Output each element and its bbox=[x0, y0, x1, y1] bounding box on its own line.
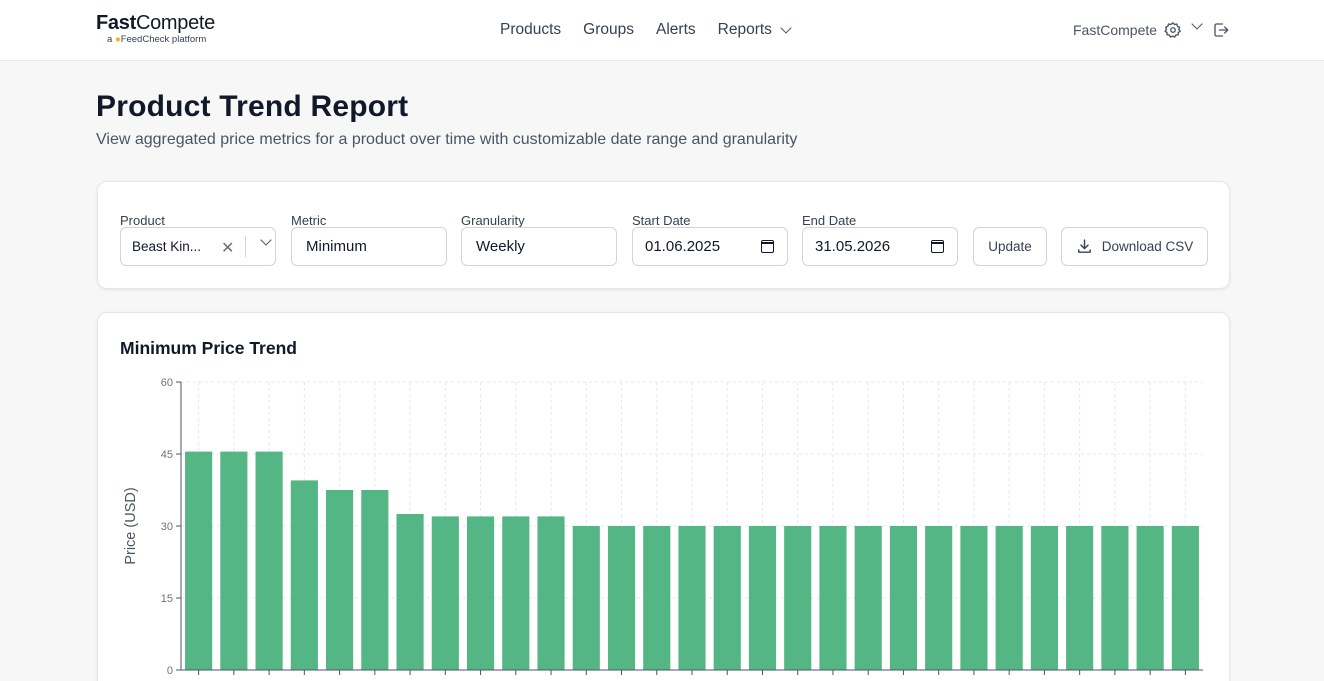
update-button-label: Update bbox=[988, 239, 1032, 254]
product-value: Beast Kin... bbox=[132, 239, 202, 254]
chart-bar bbox=[678, 526, 706, 670]
chart-bar bbox=[960, 526, 988, 670]
chart-bar bbox=[396, 514, 424, 670]
update-button[interactable]: Update bbox=[973, 227, 1047, 266]
chart-bar bbox=[643, 526, 671, 670]
metric-value: Minimum bbox=[306, 238, 367, 255]
page-title: Product Trend Report bbox=[96, 90, 409, 123]
granularity-value: Weekly bbox=[476, 238, 525, 255]
metric-select[interactable]: Minimum bbox=[291, 227, 447, 266]
gear-icon[interactable] bbox=[1164, 21, 1182, 39]
granularity-select[interactable]: Weekly bbox=[461, 227, 617, 266]
product-label: Product bbox=[120, 213, 165, 228]
chart-card: Minimum Price Trend 0 15 30 45 60 Price (USD) bbox=[97, 312, 1230, 681]
nav-groups[interactable]: Groups bbox=[583, 21, 634, 39]
chart-bar bbox=[502, 516, 530, 670]
chart-bar bbox=[466, 516, 495, 670]
main-nav: Products Groups Alerts Reports bbox=[500, 21, 792, 39]
price-bar-chart: 0 15 30 45 60 Price (USD) bbox=[123, 377, 1203, 677]
chart-bar bbox=[1136, 526, 1164, 670]
brand-tagline: a ●FeedCheck platform bbox=[107, 34, 207, 45]
product-select[interactable]: Beast Kin... ✕ bbox=[120, 227, 276, 266]
download-icon bbox=[1077, 239, 1091, 253]
chart-bar bbox=[1066, 526, 1094, 670]
y-axis-label: Price (USD) bbox=[123, 487, 139, 564]
start-date-input[interactable]: 01.06.2025 bbox=[632, 227, 788, 266]
chart-bar bbox=[784, 526, 812, 670]
top-navbar: FastCompete a ●FeedCheck platform Produc… bbox=[0, 0, 1324, 61]
chart-bar bbox=[326, 490, 354, 670]
granularity-label: Granularity bbox=[461, 213, 525, 228]
metric-label: Metric bbox=[291, 213, 327, 228]
start-date-value: 01.06.2025 bbox=[645, 238, 721, 255]
page-subtitle: View aggregated price metrics for a prod… bbox=[96, 131, 798, 148]
start-date-label: Start Date bbox=[632, 213, 691, 228]
chart-bar bbox=[220, 451, 248, 670]
calendar-icon[interactable] bbox=[931, 240, 944, 253]
chart-bar bbox=[1101, 526, 1129, 670]
chart-bar bbox=[290, 480, 318, 670]
chart-bar bbox=[748, 526, 777, 670]
chart-bar bbox=[185, 451, 213, 670]
y-tick-label: 60 bbox=[161, 377, 173, 389]
chart-bar bbox=[713, 526, 741, 670]
brand-name: FastCompete bbox=[96, 12, 215, 34]
y-tick-label: 15 bbox=[161, 593, 173, 605]
calendar-icon[interactable] bbox=[761, 240, 774, 253]
y-tick-label: 0 bbox=[167, 665, 173, 677]
brand-logo[interactable]: FastCompete a ●FeedCheck platform bbox=[96, 12, 215, 45]
download-csv-label: Download CSV bbox=[1101, 239, 1194, 254]
chart-bar bbox=[572, 526, 600, 670]
chart-bar bbox=[995, 526, 1023, 670]
end-date-value: 31.05.2026 bbox=[815, 238, 891, 255]
select-divider bbox=[245, 236, 246, 257]
download-csv-button[interactable]: Download CSV bbox=[1061, 227, 1208, 266]
chart-bar bbox=[889, 526, 918, 670]
chart-bar bbox=[431, 516, 459, 670]
nav-reports[interactable]: Reports bbox=[718, 21, 792, 39]
chart-bar bbox=[255, 451, 283, 670]
y-tick-label: 30 bbox=[161, 521, 173, 533]
chart-bar bbox=[361, 490, 389, 670]
user-name[interactable]: FastCompete bbox=[1073, 22, 1157, 38]
filters-card: Product Beast Kin... ✕ Metric Minimum Gr… bbox=[97, 181, 1230, 289]
chart-bar bbox=[1030, 526, 1058, 670]
end-date-label: End Date bbox=[802, 213, 857, 228]
chevron-down-icon[interactable] bbox=[1191, 18, 1203, 30]
chart-bar bbox=[537, 516, 565, 670]
close-icon[interactable]: ✕ bbox=[221, 238, 234, 258]
end-date-input[interactable]: 31.05.2026 bbox=[802, 227, 958, 266]
logout-icon[interactable] bbox=[1212, 21, 1230, 39]
chevron-down-icon[interactable] bbox=[260, 234, 272, 246]
nav-alerts[interactable]: Alerts bbox=[656, 21, 696, 39]
chart-bar bbox=[819, 526, 847, 670]
chart-bar bbox=[925, 526, 953, 670]
y-tick-label: 45 bbox=[161, 449, 173, 461]
chevron-down-icon bbox=[780, 22, 792, 34]
nav-products[interactable]: Products bbox=[500, 21, 561, 39]
chart-bar bbox=[854, 526, 882, 670]
chart-bar bbox=[1171, 526, 1199, 670]
chart-bar bbox=[607, 526, 636, 670]
